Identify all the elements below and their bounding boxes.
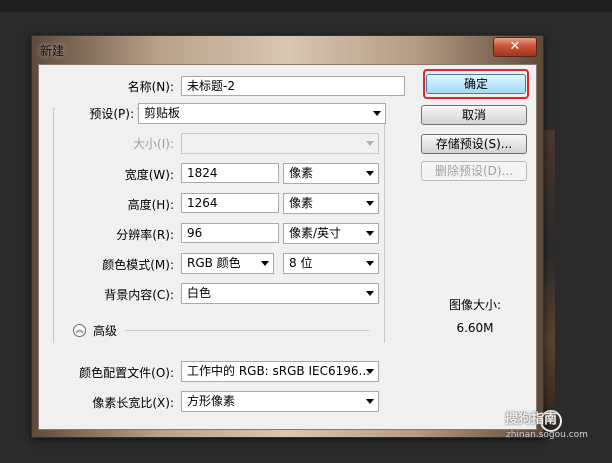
pixel-aspect-select[interactable]: 方形像素 <box>181 391 379 412</box>
width-input[interactable]: 1824 <box>181 163 279 183</box>
preset-select[interactable]: 剪贴板 <box>138 103 386 124</box>
chevron-down-icon <box>261 261 269 266</box>
new-document-dialog: 新建 ✕ 名称(N): 未标题-2 预设(P): 剪贴板 大小(I): 宽度(W… <box>31 35 544 438</box>
size-select <box>181 133 379 154</box>
chevron-down-icon <box>366 141 374 146</box>
width-unit-select[interactable]: 像素 <box>283 163 379 184</box>
ok-button[interactable]: 确定 <box>426 74 526 94</box>
cancel-button[interactable]: 取消 <box>421 105 527 125</box>
chevron-down-icon <box>366 291 374 296</box>
resolution-unit-select[interactable]: 像素/英寸 <box>283 223 379 244</box>
background-strip-top <box>0 0 612 12</box>
chevron-down-icon <box>366 231 374 236</box>
background-select[interactable]: 白色 <box>181 283 379 304</box>
chevron-down-icon <box>366 171 374 176</box>
chevron-down-icon <box>366 261 374 266</box>
name-input[interactable]: 未标题-2 <box>181 76 405 96</box>
chevron-down-icon <box>366 369 374 374</box>
chevron-down-icon <box>373 111 381 116</box>
watermark-url: zhinan.sogou.com <box>506 430 588 440</box>
color-mode-label: 颜色模式(M): <box>102 258 174 272</box>
resolution-unit-value: 像素/英寸 <box>289 226 342 240</box>
close-icon: ✕ <box>509 39 521 54</box>
size-label: 大小(I): <box>133 137 174 151</box>
dialog-title: 新建 <box>40 44 65 58</box>
watermark-text: 搜狗指南 <box>505 412 558 427</box>
height-input[interactable]: 1264 <box>181 193 279 213</box>
color-profile-select[interactable]: 工作中的 RGB: sRGB IEC6196... <box>181 361 379 382</box>
chevron-down-icon <box>366 399 374 404</box>
advanced-divider <box>125 330 369 331</box>
background-value: 白色 <box>187 286 212 300</box>
color-profile-label: 颜色配置文件(O): <box>79 366 174 380</box>
width-unit-value: 像素 <box>289 166 314 180</box>
delete-preset-button: 删除预设(D)... <box>421 161 527 181</box>
width-label: 宽度(W): <box>124 168 174 182</box>
color-profile-value: 工作中的 RGB: sRGB IEC6196... <box>187 364 370 378</box>
height-label: 高度(H): <box>127 198 174 212</box>
height-unit-value: 像素 <box>289 196 314 210</box>
background-label: 背景内容(C): <box>104 288 174 302</box>
resolution-label: 分辨率(R): <box>116 228 174 242</box>
double-chevron-up-icon: ︽ <box>75 325 84 334</box>
pixel-aspect-label: 像素长宽比(X): <box>92 396 174 410</box>
resolution-input[interactable]: 96 <box>181 223 279 243</box>
name-label: 名称(N): <box>127 80 174 94</box>
advanced-toggle-button[interactable]: ︽ <box>73 324 86 337</box>
image-size-value: 6.60M <box>456 321 494 335</box>
color-mode-value: RGB 颜色 <box>187 256 241 270</box>
save-preset-button[interactable]: 存储预设(S)... <box>421 134 527 154</box>
image-size-label: 图像大小: <box>448 298 502 312</box>
dialog-titlebar[interactable]: 新建 ✕ <box>32 36 543 64</box>
color-mode-select[interactable]: RGB 颜色 <box>181 253 274 274</box>
preset-select-value: 剪贴板 <box>144 106 181 120</box>
dialog-body: 名称(N): 未标题-2 预设(P): 剪贴板 大小(I): 宽度(W): 18… <box>38 64 537 430</box>
bit-depth-value: 8 位 <box>289 256 313 270</box>
height-unit-select[interactable]: 像素 <box>283 193 379 214</box>
close-button[interactable]: ✕ <box>493 37 537 57</box>
preset-label: 预设(P): <box>55 105 136 122</box>
bit-depth-select[interactable]: 8 位 <box>283 253 379 274</box>
advanced-label: 高级 <box>93 324 118 338</box>
pixel-aspect-value: 方形像素 <box>187 394 236 408</box>
chevron-down-icon <box>366 201 374 206</box>
